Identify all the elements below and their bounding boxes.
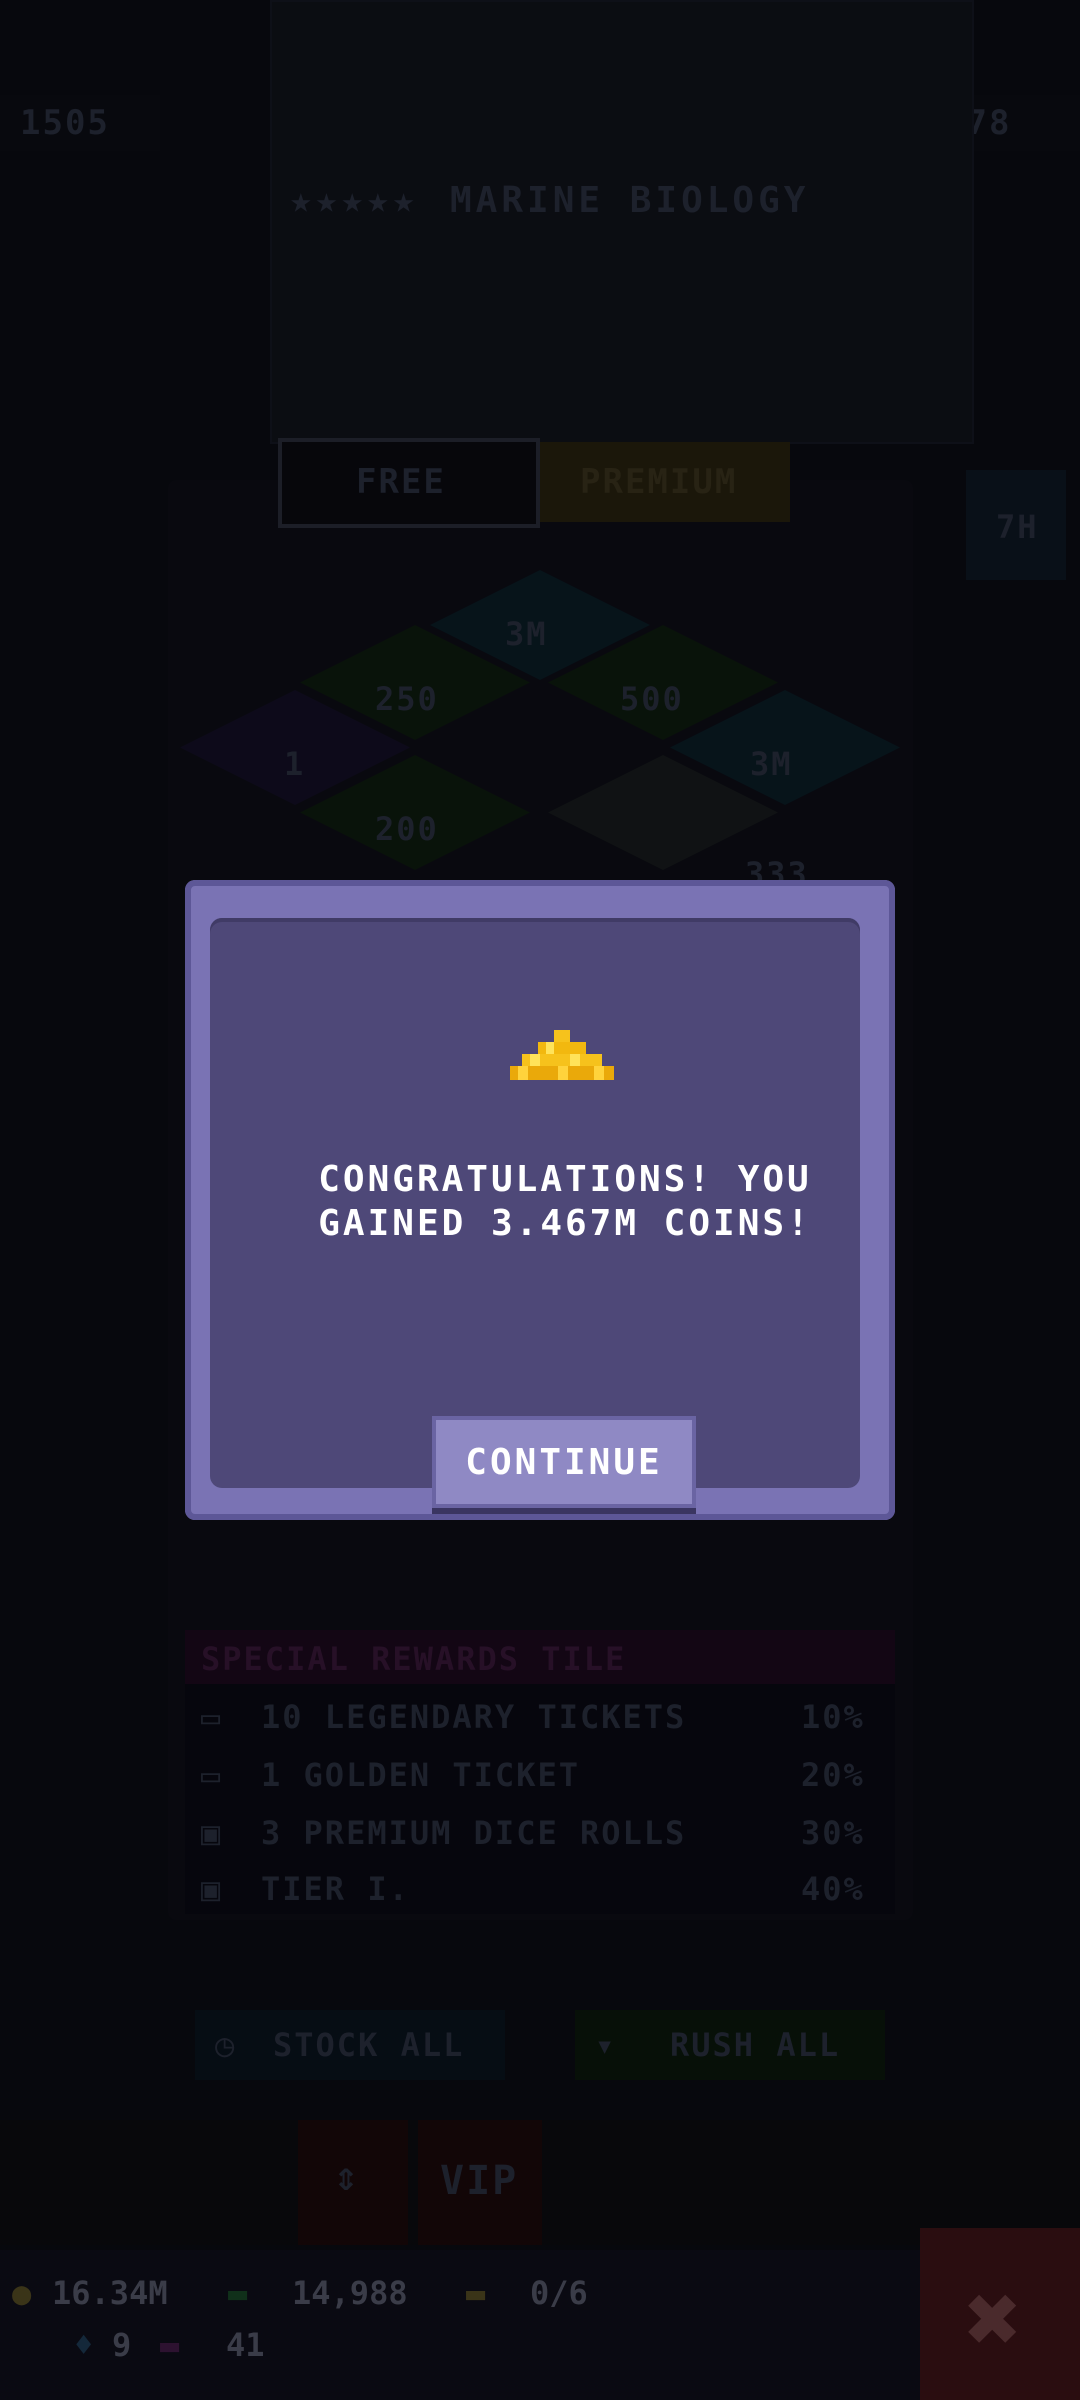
coins-value: 16.34M: [52, 2274, 168, 2312]
reward-message: CONGRATULATIONS! YOU GAINED 3.467M COINS…: [240, 1158, 890, 1246]
close-button[interactable]: ✖: [920, 2228, 1080, 2400]
bux-icon: ▬: [228, 2274, 248, 2312]
gold-coin-pile-icon: [510, 1030, 614, 1080]
gems-value: 9: [112, 2326, 132, 2364]
legendary-ticket-icon: ▬: [160, 2326, 180, 2364]
golden-ticket-icon: ▬: [466, 2274, 486, 2312]
coin-icon: ●: [12, 2274, 32, 2312]
reward-dialog: CONGRATULATIONS! YOU GAINED 3.467M COINS…: [185, 880, 895, 1520]
tickets-value: 0/6: [530, 2274, 588, 2312]
bux-value: 14,988: [292, 2274, 408, 2312]
reward-message-line: CONGRATULATIONS! YOU: [318, 1159, 812, 1200]
close-icon: ✖: [962, 2278, 1023, 2362]
reward-message-line: GAINED 3.467M COINS!: [318, 1203, 812, 1244]
resource-bar: ● 16.34M ▬ 14,988 ▬ 0/6 ♦ 9 ▬ 41: [0, 2250, 1080, 2400]
continue-button[interactable]: CONTINUE: [432, 1416, 696, 1508]
gem-icon: ♦: [74, 2326, 94, 2364]
reward-dialog-body: CONGRATULATIONS! YOU GAINED 3.467M COINS…: [210, 918, 860, 1508]
legendary-value: 41: [226, 2326, 265, 2364]
